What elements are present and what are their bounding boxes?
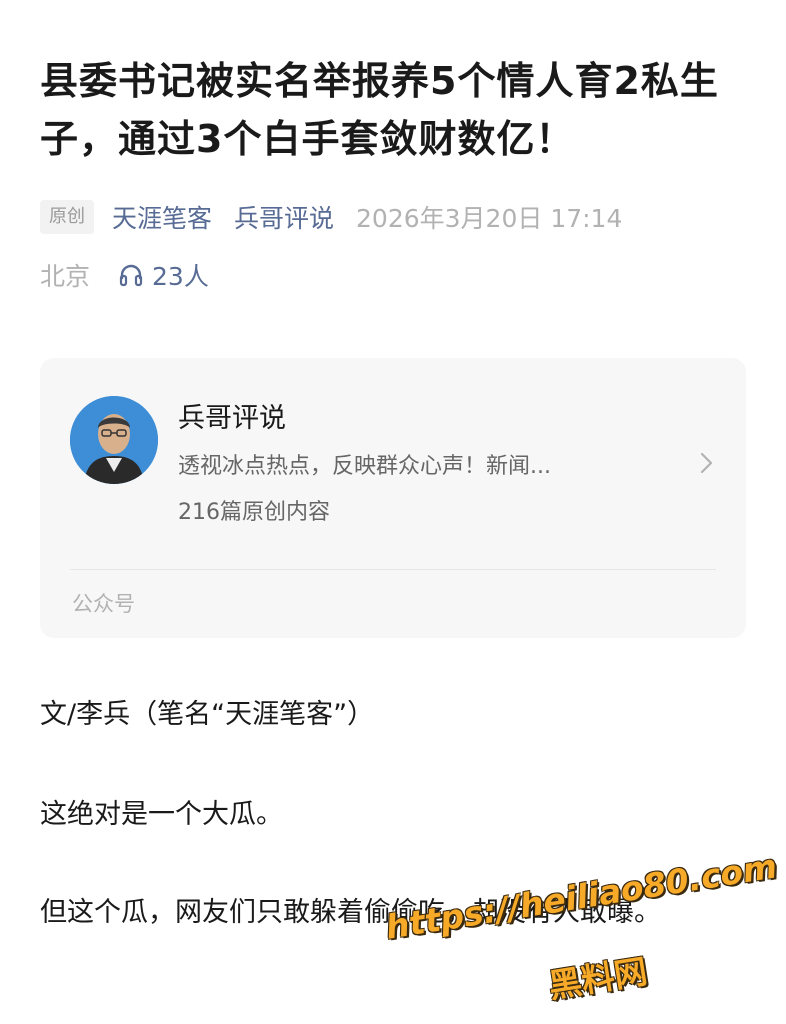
article-meta-secondary: 北京 23人 [40,254,209,296]
body-paragraph: 文/李兵（笔名“天涯笔客”） [40,699,375,730]
watermark-name: 黑料网 [545,951,650,1006]
account-profile-card[interactable]: 兵哥评说 透视冰点热点，反映群众心声！新闻... 216篇原创内容 公众号 [40,358,746,638]
article-meta: 原创 天涯笔客 兵哥评说 2026年3月20日 17:14 [40,196,622,238]
listen-count[interactable]: 23人 [152,257,209,293]
original-badge: 原创 [40,200,94,234]
card-footer-label: 公众号 [72,592,135,616]
account-name: 兵哥评说 [178,403,286,434]
location-text: 北京 [40,262,91,291]
card-divider [70,569,716,570]
account-description: 透视冰点热点，反映群众心声！新闻... [178,454,551,479]
headphones-icon[interactable] [118,262,144,288]
publish-datetime: 2026年3月20日 17:14 [356,204,623,233]
article-title: 县委书记被实名举报养5个情人育2私生子，通过3个白手套敛财数亿！ [40,59,719,161]
article-page: 县委书记被实名举报养5个情人育2私生子，通过3个白手套敛财数亿！ 原创 天涯笔客… [0,0,786,1024]
avatar[interactable] [70,396,158,484]
body-paragraph: 但这个瓜，网友们只敢躲着偷偷吃，却没有人敢曝。 [40,897,661,928]
author-link[interactable]: 天涯笔客 [112,199,212,235]
account-link[interactable]: 兵哥评说 [234,199,334,235]
post-count: 216篇原创内容 [178,500,330,525]
body-paragraph: 这绝对是一个大瓜。 [40,799,283,830]
avatar-portrait [70,396,158,484]
chevron-right-icon[interactable] [696,450,716,476]
